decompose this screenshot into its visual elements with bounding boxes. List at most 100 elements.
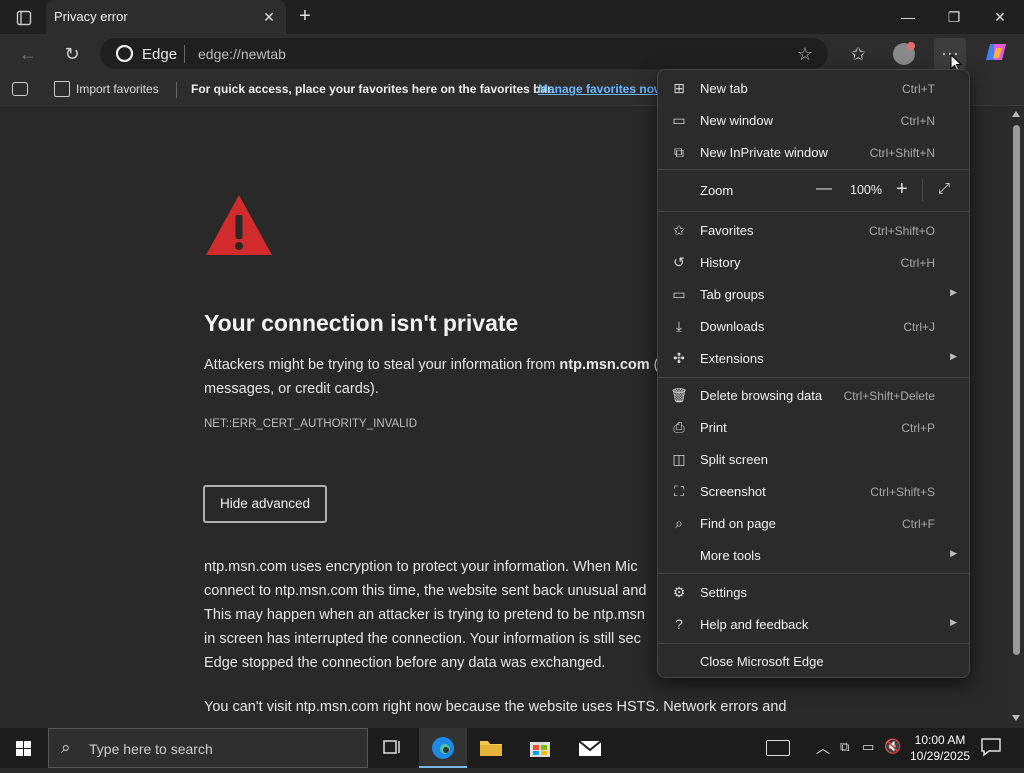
restore-icon[interactable]: ❐ xyxy=(934,3,974,31)
submenu-arrow-icon: ▶ xyxy=(950,548,957,558)
volume-muted-icon[interactable]: 🔇 xyxy=(884,738,901,755)
menu-item-tab-groups[interactable]: ▭ Tab groups ▶ xyxy=(658,279,969,309)
import-favorites-icon[interactable] xyxy=(54,81,70,97)
import-favorites-button[interactable]: Import favorites xyxy=(76,82,159,96)
copilot-icon[interactable] xyxy=(982,40,1010,68)
menu-label: Close Microsoft Edge xyxy=(700,654,824,669)
edge-taskbar-icon[interactable] xyxy=(419,728,467,768)
menu-label: More tools xyxy=(700,548,761,563)
new-window-icon: ▭ xyxy=(672,112,686,128)
close-tab-icon[interactable]: ✕ xyxy=(260,8,278,26)
scroll-thumb[interactable] xyxy=(1013,125,1020,655)
advanced-line: connect to ntp.msn.com this time, the we… xyxy=(204,583,647,599)
menu-label: Favorites xyxy=(700,223,754,238)
menu-item-help-and-feedback[interactable]: ? Help and feedback ▶ xyxy=(658,609,969,639)
menu-shortcut: Ctrl+J xyxy=(903,320,935,334)
refresh-icon[interactable]: ↻ xyxy=(58,40,86,68)
settings-icon: ⚙ xyxy=(672,584,686,600)
intro-paragraph: Attackers might be trying to steal your … xyxy=(204,353,674,401)
notifications-icon[interactable] xyxy=(980,737,1002,757)
menu-item-new-inprivate-window[interactable]: ⧉ New InPrivate window Ctrl+Shift+N xyxy=(658,137,969,167)
manage-favorites-link[interactable]: Manage favorites now xyxy=(538,82,663,96)
file-explorer-icon[interactable] xyxy=(467,728,515,768)
profile-avatar[interactable] xyxy=(890,40,918,68)
submenu-arrow-icon: ▶ xyxy=(950,617,957,627)
split-screen-icon: ◫ xyxy=(672,451,686,467)
add-favorite-star-icon[interactable]: ☆ xyxy=(794,43,816,65)
settings-and-more-menu: ⊞ New tab Ctrl+T ▭ New window Ctrl+N ⧉ N… xyxy=(657,69,970,678)
menu-shortcut: Ctrl+T xyxy=(902,82,935,96)
menu-label: History xyxy=(700,255,741,270)
menu-label: New tab xyxy=(700,81,748,96)
menu-item-more-tools[interactable]: More tools ▶ xyxy=(658,540,969,570)
minimize-icon[interactable]: — xyxy=(888,3,928,31)
page-heading: Your connection isn't private xyxy=(204,310,519,336)
favorites-bar-toggle-icon[interactable] xyxy=(12,82,28,96)
menu-item-settings[interactable]: ⚙ Settings xyxy=(658,577,969,607)
advanced-line: Edge stopped the connection before any d… xyxy=(204,655,606,671)
favorites-star-icon[interactable]: ✩ xyxy=(844,40,872,68)
start-windows-icon[interactable] xyxy=(0,728,48,768)
menu-item-find-on-page[interactable]: ⌕ Find on page Ctrl+F xyxy=(658,508,969,538)
hsts-paragraph: You can't visit ntp.msn.com right now be… xyxy=(204,699,787,715)
tab-strip: Privacy error ✕ + — ❐ ✕ xyxy=(0,0,1024,34)
menu-label: New window xyxy=(700,113,773,128)
store-icon[interactable] xyxy=(516,728,564,768)
intro-domain: ntp.msn.com xyxy=(559,357,650,373)
taskbar-search-box[interactable]: ⌕ Type here to search xyxy=(48,728,368,768)
menu-item-history[interactable]: ↺ History Ctrl+H xyxy=(658,247,969,277)
menu-separator xyxy=(658,211,969,212)
menu-label: Downloads xyxy=(700,319,765,334)
menu-label: Split screen xyxy=(700,452,768,467)
menu-shortcut: Ctrl+Shift+O xyxy=(868,224,935,238)
zoom-out-icon[interactable]: — xyxy=(816,180,832,198)
windows-taskbar: ⌕ Type here to search ︿ ⧉ ▭ 🔇 10:00 AM 1… xyxy=(0,728,1024,768)
menu-item-favorites[interactable]: ✩ Favorites Ctrl+Shift+O xyxy=(658,215,969,245)
scroll-down-arrow-icon[interactable] xyxy=(1012,715,1020,721)
show-hidden-icons-chevron-icon[interactable]: ︿ xyxy=(816,738,830,758)
clock-date: 10/29/2025 xyxy=(910,749,971,763)
close-window-icon[interactable]: ✕ xyxy=(980,3,1020,31)
clock[interactable]: 10:00 AM 10/29/2025 xyxy=(910,732,970,764)
zoom-label: Zoom xyxy=(700,183,734,198)
browser-toolbar: ← ↻ Edge edge://newtab ☆ ✩ ··· xyxy=(0,34,1024,74)
scroll-up-arrow-icon[interactable] xyxy=(1012,111,1020,117)
new-tab-plus-icon[interactable]: + xyxy=(292,5,318,29)
new-tab-icon: ⊞ xyxy=(673,80,685,96)
page-scrollbar[interactable] xyxy=(1008,107,1024,728)
task-view-icon[interactable] xyxy=(368,728,416,768)
advanced-line: ntp.msn.com uses encryption to protect y… xyxy=(204,559,638,575)
back-icon[interactable]: ← xyxy=(14,40,42,68)
url-text[interactable]: edge://newtab xyxy=(198,46,286,62)
menu-item-delete-browsing-data[interactable]: 🗑 Delete browsing data Ctrl+Shift+Delete xyxy=(658,380,969,410)
tab-privacy-error[interactable]: Privacy error ✕ xyxy=(46,0,286,34)
network-icon[interactable]: ▭ xyxy=(862,739,874,755)
menu-item-close-edge[interactable]: Close Microsoft Edge xyxy=(658,646,969,676)
menu-label: Screenshot xyxy=(700,484,766,499)
menu-shortcut: Ctrl+Shift+N xyxy=(869,146,935,160)
download-icon: ⤓ xyxy=(675,318,683,334)
fullscreen-icon[interactable]: ⤢ xyxy=(938,180,950,197)
submenu-arrow-icon: ▶ xyxy=(950,287,957,297)
menu-item-extensions[interactable]: ✣ Extensions ▶ xyxy=(658,343,969,373)
menu-item-split-screen[interactable]: ◫ Split screen xyxy=(658,444,969,474)
mail-icon[interactable] xyxy=(566,728,614,768)
address-bar[interactable]: Edge edge://newtab ☆ xyxy=(100,38,828,69)
meet-now-icon[interactable]: ⧉ xyxy=(840,739,849,755)
menu-item-new-tab[interactable]: ⊞ New tab Ctrl+T xyxy=(658,73,969,103)
menu-label: Print xyxy=(700,420,727,435)
menu-item-screenshot[interactable]: ⛶ Screenshot Ctrl+Shift+S xyxy=(658,476,969,506)
hide-advanced-button[interactable]: Hide advanced xyxy=(203,485,327,523)
zoom-in-icon[interactable]: + xyxy=(896,178,908,201)
tab-actions-icon[interactable] xyxy=(10,8,38,28)
search-placeholder: Type here to search xyxy=(89,741,213,757)
menu-item-downloads[interactable]: ⤓ Downloads Ctrl+J xyxy=(658,311,969,341)
menu-label: Find on page xyxy=(700,516,776,531)
error-code: NET::ERR_CERT_AUTHORITY_INVALID xyxy=(204,418,418,430)
keyboard-icon[interactable] xyxy=(766,740,790,756)
menu-separator xyxy=(658,377,969,378)
menu-item-print[interactable]: ⎙ Print Ctrl+P xyxy=(658,412,969,442)
tab-groups-icon: ▭ xyxy=(672,286,686,302)
search-icon: ⌕ xyxy=(61,738,71,757)
menu-item-new-window[interactable]: ▭ New window Ctrl+N xyxy=(658,105,969,135)
